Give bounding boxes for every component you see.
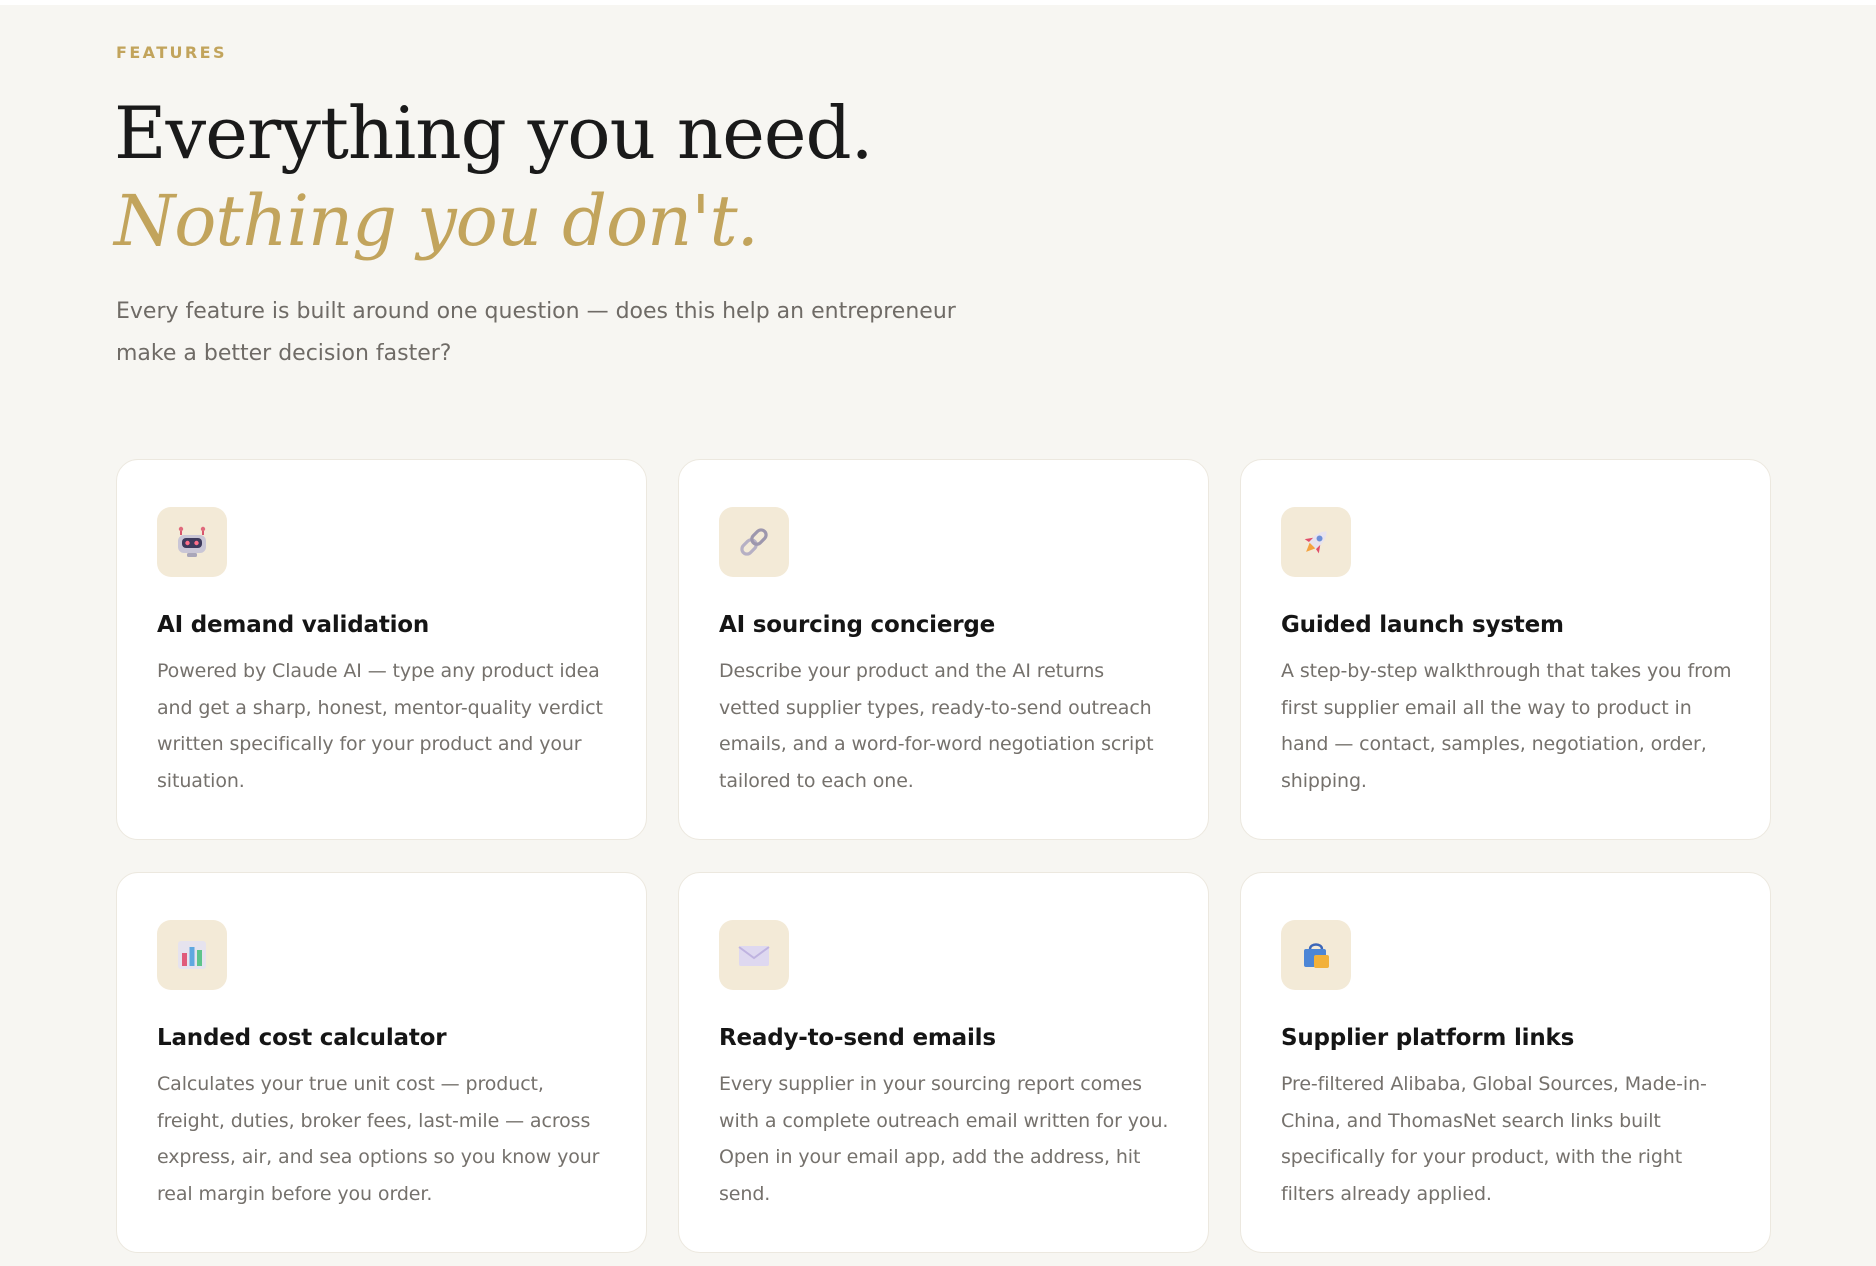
feature-title: AI sourcing concierge	[719, 612, 996, 638]
section-headline-accent: Nothing you don't.	[114, 180, 759, 262]
section-eyebrow: FEATURES	[116, 43, 227, 62]
feature-icon-tile	[157, 920, 227, 990]
feature-description: Powered by Claude AI — type any product …	[157, 660, 603, 792]
feature-card-landed-cost-calculator: Landed cost calculator Calculates your t…	[116, 872, 647, 1253]
bar-chart-icon	[175, 938, 209, 972]
feature-card-ai-demand-validation: AI demand validation Powered by Claude A…	[116, 459, 647, 840]
section-intro: Every feature is built around one questi…	[116, 299, 956, 366]
shopping-bag-icon	[1299, 938, 1333, 972]
feature-description: A step-by-step walkthrough that takes yo…	[1281, 660, 1732, 792]
feature-grid: AI demand validation Powered by Claude A…	[116, 459, 1771, 1253]
feature-card-ai-sourcing-concierge: AI sourcing concierge Describe your prod…	[678, 459, 1209, 840]
feature-description: Every supplier in your sourcing report c…	[719, 1073, 1169, 1205]
feature-icon-tile	[719, 920, 789, 990]
feature-description: Describe your product and the AI returns…	[719, 660, 1154, 792]
feature-title: Landed cost calculator	[157, 1025, 447, 1051]
feature-card-supplier-platform-links: Supplier platform links Pre-filtered Ali…	[1240, 872, 1771, 1253]
link-icon	[737, 525, 771, 559]
features-section: FEATURES Everything you need. Nothing yo…	[0, 5, 1876, 1266]
feature-icon-tile	[719, 507, 789, 577]
feature-icon-tile	[157, 507, 227, 577]
feature-card-ready-to-send-emails: Ready-to-send emails Every supplier in y…	[678, 872, 1209, 1253]
feature-title: Ready-to-send emails	[719, 1025, 996, 1051]
feature-title: Guided launch system	[1281, 612, 1564, 638]
feature-card-guided-launch-system: Guided launch system A step-by-step walk…	[1240, 459, 1771, 840]
feature-title: AI demand validation	[157, 612, 430, 638]
feature-description: Calculates your true unit cost — product…	[157, 1073, 600, 1205]
feature-icon-tile	[1281, 507, 1351, 577]
feature-icon-tile	[1281, 920, 1351, 990]
feature-description: Pre-filtered Alibaba, Global Sources, Ma…	[1281, 1073, 1707, 1205]
rocket-icon	[1299, 525, 1333, 559]
robot-icon	[175, 525, 209, 559]
feature-title: Supplier platform links	[1281, 1025, 1575, 1051]
section-headline: Everything you need.	[114, 91, 873, 175]
envelope-icon	[737, 938, 771, 972]
